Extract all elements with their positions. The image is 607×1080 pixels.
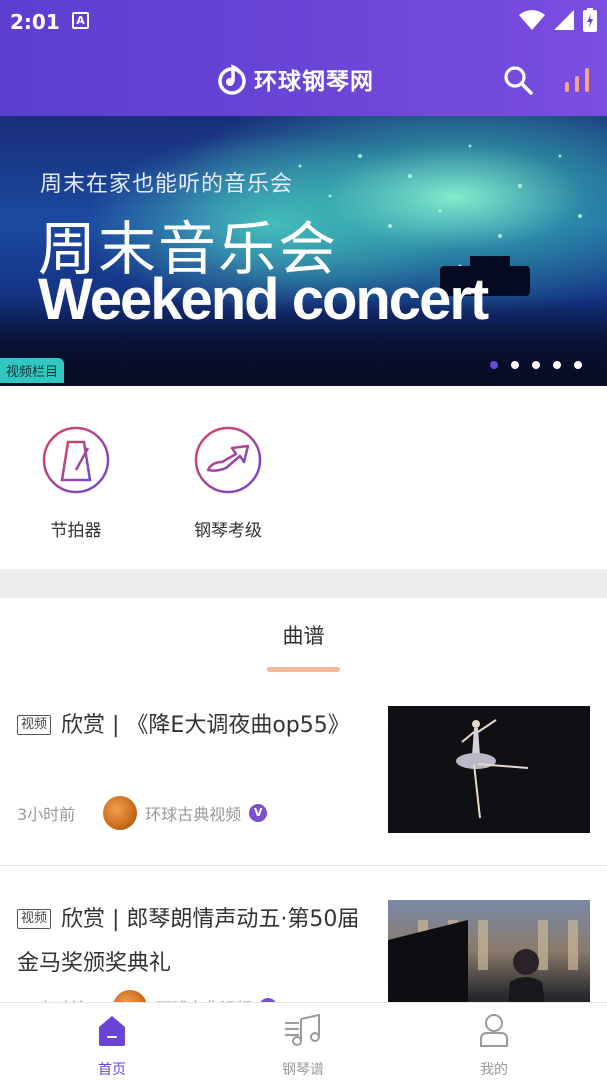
status-icons <box>519 8 597 32</box>
tab-profile[interactable]: 我的 <box>434 1013 554 1079</box>
tool-label: 节拍器 <box>50 521 102 541</box>
exam-arrow-icon <box>194 426 262 494</box>
tool-piano-exam[interactable]: 钢琴考级 <box>168 426 288 541</box>
video-badge: 视频 <box>17 909 52 929</box>
feed-divider <box>0 865 607 866</box>
carousel-dot[interactable] <box>553 361 561 369</box>
feed-item-title: 视频 欣赏 | 郎琴朗情声动五·第50届金马奖颁奖典礼 <box>17 898 367 986</box>
bottom-tab-bar: 首页 钢琴谱 我的 <box>0 1002 607 1080</box>
carousel-dot[interactable] <box>511 361 519 369</box>
feed-item-title: 视频 欣赏 | 《降E大调夜曲op55》 <box>17 704 367 748</box>
battery-icon <box>583 8 597 32</box>
section-title[interactable]: 曲谱 <box>0 620 607 650</box>
feed-item-time: 3小时前 <box>17 805 76 824</box>
music-note-logo-icon <box>218 64 246 95</box>
ranking-chart-icon[interactable] <box>562 64 592 94</box>
feed-item-author[interactable]: 环球古典视频 <box>145 801 241 825</box>
status-time: 2:01 <box>10 10 60 34</box>
section-title-underline <box>267 667 340 672</box>
banner-carousel[interactable]: 周末在家也能听的音乐会 周末音乐会 Weekend concert 视频栏目 <box>0 116 607 386</box>
search-icon[interactable] <box>502 64 534 96</box>
feed-item-meta: 3小时前 环球古典视频 V <box>17 796 268 830</box>
app-logo: 环球钢琴网 <box>216 62 374 96</box>
wifi-icon <box>519 10 545 30</box>
avatar[interactable] <box>103 796 138 830</box>
tab-label: 首页 <box>98 1062 126 1078</box>
banner-subtitle: 周末在家也能听的音乐会 <box>40 172 294 197</box>
ballerina-image <box>456 719 529 819</box>
carousel-dots <box>490 361 582 369</box>
home-icon <box>99 1016 125 1046</box>
metronome-icon <box>42 426 110 494</box>
app-header: 2:01 A 环球钢琴网 <box>0 0 607 116</box>
carousel-dot[interactable] <box>532 361 540 369</box>
feed-item-thumbnail[interactable] <box>388 706 590 833</box>
status-bar: 2:01 A <box>0 0 607 44</box>
video-badge: 视频 <box>17 715 52 735</box>
profile-icon <box>480 1014 508 1047</box>
banner-category-tag: 视频栏目 <box>0 358 65 383</box>
banner-title-en: Weekend concert <box>38 267 489 332</box>
signal-icon <box>554 10 574 30</box>
sheet-music-icon <box>285 1013 320 1046</box>
carousel-dot[interactable] <box>574 361 582 369</box>
feed-item-title-text: 欣赏 | 郎琴朗情声动五·第50届金马奖颁奖典礼 <box>17 907 360 976</box>
tools-grid: 节拍器 钢琴考级 <box>0 386 607 569</box>
tab-home[interactable]: 首页 <box>52 1013 172 1079</box>
app-title: 环球钢琴网 <box>254 69 374 95</box>
tool-metronome[interactable]: 节拍器 <box>16 426 136 541</box>
verified-icon: V <box>249 804 268 822</box>
notification-app-icon: A <box>72 12 89 29</box>
tab-label: 钢琴谱 <box>282 1062 324 1078</box>
tab-label: 我的 <box>480 1062 508 1078</box>
tab-sheet-music[interactable]: 钢琴谱 <box>243 1013 363 1079</box>
carousel-dot[interactable] <box>490 361 498 369</box>
section-separator <box>0 569 607 598</box>
feed-item-title-text: 欣赏 | 《降E大调夜曲op55》 <box>61 713 350 738</box>
tool-label: 钢琴考级 <box>194 521 262 541</box>
